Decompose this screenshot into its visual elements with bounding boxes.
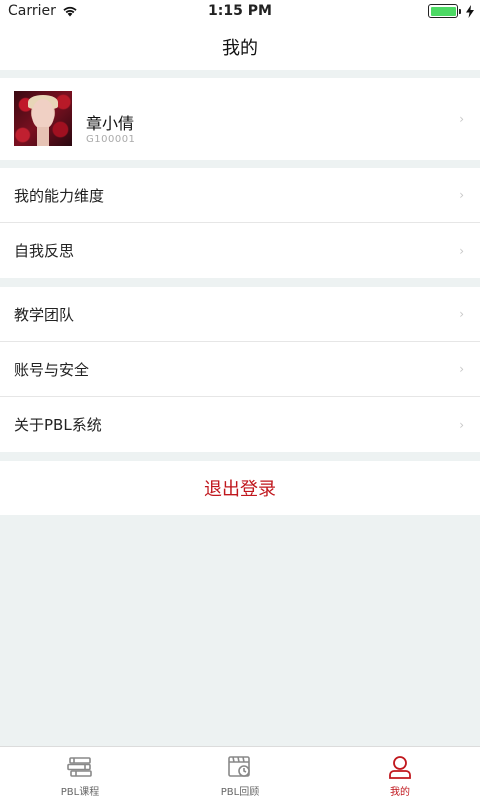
- tab-label: PBL课程: [60, 787, 100, 798]
- chevron-right-icon: ›: [459, 362, 464, 376]
- menu-item-label: 教学团队: [14, 305, 75, 324]
- menu-item-about[interactable]: 关于PBL系统 ›: [0, 397, 480, 452]
- battery-icon: [428, 4, 461, 18]
- calendar-clock-icon: [228, 756, 250, 777]
- tab-bar: PBL课程 PBL回顾 我的: [0, 746, 480, 800]
- menu-group-2: 教学团队 › 账号与安全 › 关于PBL系统 ›: [0, 287, 480, 452]
- avatar: [14, 91, 72, 146]
- person-icon: [389, 756, 411, 779]
- menu-item-label: 账号与安全: [14, 360, 90, 379]
- status-bar: Carrier 1:15 PM: [0, 0, 480, 24]
- chevron-right-icon: ›: [459, 243, 464, 258]
- chevron-right-icon: ›: [459, 417, 464, 432]
- nav-bar: 我的: [0, 24, 480, 70]
- menu-item-teaching-team[interactable]: 教学团队 ›: [0, 287, 480, 342]
- menu-item-label: 自我反思: [14, 242, 75, 260]
- tab-pbl-review[interactable]: PBL回顾: [160, 747, 320, 800]
- tab-label: PBL回顾: [220, 787, 260, 798]
- menu-item-account-security[interactable]: 账号与安全 ›: [0, 342, 480, 397]
- menu-group-1: 我的能力维度 › 自我反思 ›: [0, 168, 480, 278]
- logout-label: 退出登录: [204, 479, 276, 500]
- menu-item-label: 关于PBL系统: [14, 416, 102, 434]
- battery-indicator: [428, 4, 474, 18]
- chevron-right-icon: ›: [459, 307, 464, 321]
- clock: 1:15 PM: [208, 3, 272, 19]
- menu-item-label: 我的能力维度: [14, 186, 105, 205]
- tab-label: 我的: [390, 787, 410, 798]
- profile-id: G100001: [86, 134, 136, 145]
- charging-bolt-icon: [466, 4, 474, 18]
- menu-item-self-reflection[interactable]: 自我反思 ›: [0, 223, 480, 278]
- page-title: 我的: [222, 38, 258, 59]
- chevron-right-icon: ›: [459, 112, 464, 126]
- logout-button[interactable]: 退出登录: [0, 461, 480, 515]
- profile-card[interactable]: ›: [0, 78, 480, 160]
- tab-pbl-courses[interactable]: PBL课程: [0, 747, 160, 800]
- profile-name: 章小倩: [86, 114, 135, 133]
- chevron-right-icon: ›: [459, 188, 464, 202]
- books-icon: [67, 757, 92, 777]
- tab-mine[interactable]: 我的: [320, 747, 480, 800]
- menu-item-ability-dimensions[interactable]: 我的能力维度 ›: [0, 168, 480, 223]
